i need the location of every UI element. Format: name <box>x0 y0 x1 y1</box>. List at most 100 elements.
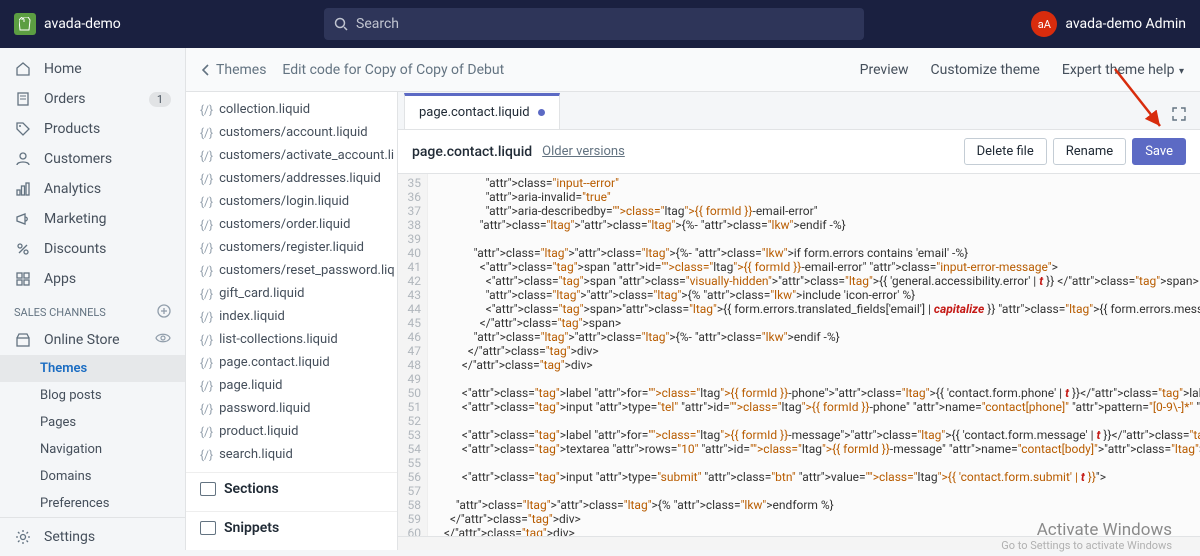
liquid-file-icon: {/} <box>200 333 213 347</box>
code-lines[interactable]: "attr">class="input--error" "attr">aria-… <box>428 174 1200 536</box>
sidebar-sub-pages[interactable]: Pages <box>0 409 185 436</box>
sidebar-item-settings[interactable]: Settings <box>0 517 185 556</box>
file-tab-active[interactable]: page.contact.liquid <box>404 93 560 129</box>
avatar: aA <box>1031 11 1057 37</box>
older-versions-link[interactable]: Older versions <box>542 144 625 159</box>
liquid-file-icon: {/} <box>200 379 213 393</box>
apps-icon <box>14 270 32 288</box>
store-icon <box>14 331 32 349</box>
liquid-file-icon: {/} <box>200 287 213 301</box>
liquid-file-icon: {/} <box>200 195 213 209</box>
unsaved-dot-icon <box>538 109 545 116</box>
file-item[interactable]: {/}customers/register.liquid <box>186 236 397 259</box>
open-file-name: page.contact.liquid <box>412 144 532 160</box>
file-item[interactable]: {/}page.contact.liquid <box>186 351 397 374</box>
horizontal-scrollbar[interactable] <box>398 536 1200 550</box>
sidebar-item-online-store[interactable]: Online Store <box>0 325 185 355</box>
file-item[interactable]: {/}customers/reset_password.liq <box>186 259 397 282</box>
folder-icon <box>200 482 216 496</box>
analytics-icon <box>14 180 32 198</box>
sidebar-item-analytics[interactable]: Analytics <box>0 174 185 204</box>
liquid-file-icon: {/} <box>200 149 213 163</box>
user-menu[interactable]: aA avada-demo Admin <box>1031 11 1186 37</box>
theme-actions: Preview Customize theme Expert theme hel… <box>860 62 1184 78</box>
sidebar-item-customers[interactable]: Customers <box>0 144 185 174</box>
search-icon <box>334 17 348 31</box>
sidebar-sub-themes[interactable]: Themes <box>0 355 185 382</box>
expand-icon[interactable] <box>1168 103 1190 129</box>
liquid-file-icon: {/} <box>200 310 213 324</box>
file-item[interactable]: {/}page.liquid <box>186 374 397 397</box>
sidebar-sub-preferences[interactable]: Preferences <box>0 490 185 517</box>
sidebar-item-home[interactable]: Home <box>0 54 185 84</box>
liquid-file-icon: {/} <box>200 103 213 117</box>
folder-sections[interactable]: Sections <box>186 472 397 505</box>
file-item[interactable]: {/}password.liquid <box>186 397 397 420</box>
search-box[interactable] <box>324 8 864 40</box>
file-item[interactable]: {/}customers/order.liquid <box>186 213 397 236</box>
file-header: page.contact.liquid Older versions Delet… <box>398 130 1200 174</box>
file-item[interactable]: {/}collection.liquid <box>186 98 397 121</box>
sidebar-item-orders[interactable]: Orders1 <box>0 84 185 114</box>
search-input[interactable] <box>356 16 854 32</box>
back-to-themes[interactable]: Themes <box>202 62 266 78</box>
shopify-logo-icon <box>14 13 36 35</box>
liquid-file-icon: {/} <box>200 264 213 278</box>
help-dropdown[interactable]: Expert theme help ▾ <box>1062 62 1184 78</box>
customize-link[interactable]: Customize theme <box>931 62 1040 78</box>
sidebar-sub-navigation[interactable]: Navigation <box>0 436 185 463</box>
liquid-file-icon: {/} <box>200 402 213 416</box>
file-item[interactable]: {/}index.liquid <box>186 305 397 328</box>
products-icon <box>14 120 32 138</box>
file-item[interactable]: {/}gift_card.liquid <box>186 282 397 305</box>
sidebar-item-discounts[interactable]: Discounts <box>0 234 185 264</box>
file-item[interactable]: {/}list-collections.liquid <box>186 328 397 351</box>
folder-snippets[interactable]: Snippets <box>186 511 397 544</box>
orders-icon <box>14 90 32 108</box>
marketing-icon <box>14 210 32 228</box>
liquid-file-icon: {/} <box>200 356 213 370</box>
liquid-file-icon: {/} <box>200 241 213 255</box>
code-panel: page.contact.liquid page.contact.liquid … <box>398 92 1200 550</box>
liquid-file-icon: {/} <box>200 172 213 186</box>
customers-icon <box>14 150 32 168</box>
add-channel-icon[interactable] <box>157 304 171 321</box>
liquid-file-icon: {/} <box>200 425 213 439</box>
rename-button[interactable]: Rename <box>1053 138 1126 165</box>
save-button[interactable]: Save <box>1132 138 1186 165</box>
chevron-left-icon <box>202 64 210 76</box>
line-gutter: 35 36 37 38 39 40 41 42 43 44 45 46 47 4… <box>398 174 428 536</box>
sidebar-item-products[interactable]: Products <box>0 114 185 144</box>
page-title: Edit code for Copy of Copy of Debut <box>282 62 504 78</box>
delete-file-button[interactable]: Delete file <box>964 138 1047 165</box>
badge: 1 <box>149 92 171 107</box>
code-editor[interactable]: 35 36 37 38 39 40 41 42 43 44 45 46 47 4… <box>398 174 1200 536</box>
sidebar-item-marketing[interactable]: Marketing <box>0 204 185 234</box>
eye-icon[interactable] <box>155 332 171 348</box>
file-item[interactable]: {/}product.liquid <box>186 420 397 443</box>
folder-icon <box>200 521 216 535</box>
file-tree: {/}collection.liquid{/}customers/account… <box>186 92 398 550</box>
sidebar-sub-blog-posts[interactable]: Blog posts <box>0 382 185 409</box>
sidebar-item-apps[interactable]: Apps <box>0 264 185 294</box>
preview-link[interactable]: Preview <box>860 62 909 78</box>
search-wrap <box>324 8 864 40</box>
gear-icon <box>14 528 32 546</box>
store-name: avada-demo <box>44 16 121 32</box>
breadcrumb: Themes Edit code for Copy of Copy of Deb… <box>186 48 1200 92</box>
tab-bar: page.contact.liquid <box>398 92 1200 130</box>
liquid-file-icon: {/} <box>200 126 213 140</box>
file-item[interactable]: {/}search.liquid <box>186 443 397 466</box>
sidebar-sub-domains[interactable]: Domains <box>0 463 185 490</box>
user-name: avada-demo Admin <box>1065 16 1186 32</box>
file-item[interactable]: {/}customers/activate_account.li <box>186 144 397 167</box>
sidebar: HomeOrders1ProductsCustomersAnalyticsMar… <box>0 48 186 550</box>
chevron-down-icon: ▾ <box>1177 66 1185 77</box>
sales-channels-header: SALES CHANNELS <box>0 294 185 325</box>
file-item[interactable]: {/}customers/login.liquid <box>186 190 397 213</box>
home-icon <box>14 60 32 78</box>
file-item[interactable]: {/}customers/account.liquid <box>186 121 397 144</box>
liquid-file-icon: {/} <box>200 448 213 462</box>
file-item[interactable]: {/}customers/addresses.liquid <box>186 167 397 190</box>
logo-block: avada-demo <box>14 13 324 35</box>
